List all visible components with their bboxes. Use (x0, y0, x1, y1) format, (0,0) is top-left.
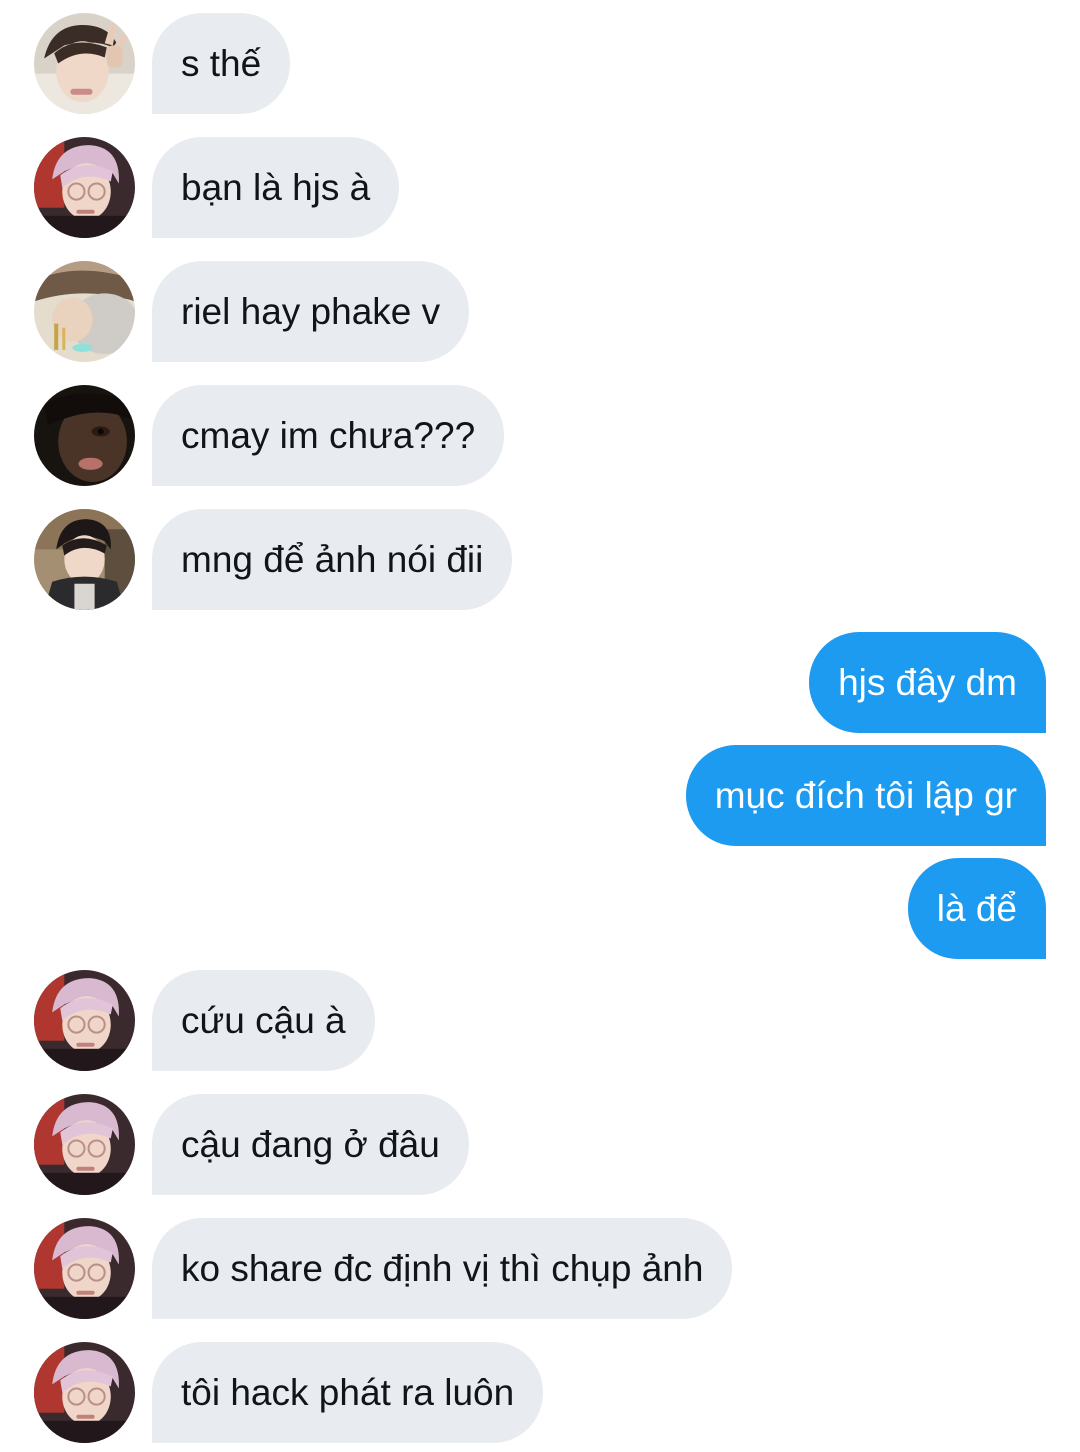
avatar-pink-hair-glasses[interactable] (34, 970, 135, 1071)
message-bubble-incoming[interactable]: cậu đang ở đâu (152, 1094, 469, 1195)
avatar-image (34, 13, 135, 114)
avatar-image (34, 137, 135, 238)
message-row-incoming: riel hay phake v (0, 261, 1080, 362)
message-bubble-incoming[interactable]: cmay im chưa??? (152, 385, 505, 486)
message-bubble-outgoing[interactable]: mục đích tôi lập gr (685, 745, 1046, 846)
avatar-image (34, 1218, 135, 1319)
avatar-image (34, 385, 135, 486)
avatar-image (34, 1094, 135, 1195)
message-row-outgoing: là để (0, 858, 1080, 959)
avatar-pink-hair-glasses[interactable] (34, 1342, 135, 1443)
avatar-image (34, 509, 135, 610)
message-bubble-incoming[interactable]: mng để ảnh nói đii (152, 509, 513, 610)
message-bubble-incoming[interactable]: riel hay phake v (152, 261, 470, 362)
message-bubble-incoming[interactable]: ko share đc định vị thì chụp ảnh (152, 1218, 733, 1319)
message-list: s thế bạn là hjs à riel hay phake v cmay… (0, 0, 1080, 1452)
message-bubble-incoming[interactable]: cứu cậu à (152, 970, 375, 1071)
message-bubble-incoming[interactable]: bạn là hjs à (152, 137, 400, 238)
message-bubble-incoming[interactable]: tôi hack phát ra luôn (152, 1342, 544, 1443)
avatar-image (34, 970, 135, 1071)
avatar-boy-room[interactable] (34, 509, 135, 610)
message-row-incoming: cmay im chưa??? (0, 385, 1080, 486)
message-bubble-outgoing[interactable]: là để (907, 858, 1046, 959)
avatar-image (34, 1342, 135, 1443)
message-bubble-incoming[interactable]: s thế (152, 13, 291, 114)
avatar-dark-closeup[interactable] (34, 385, 135, 486)
message-row-outgoing: hjs đây dm (0, 632, 1080, 733)
message-row-incoming: tôi hack phát ra luôn (0, 1342, 1080, 1443)
message-row-outgoing: mục đích tôi lập gr (0, 745, 1080, 846)
avatar-pink-hair-glasses[interactable] (34, 137, 135, 238)
avatar-pink-hair-glasses[interactable] (34, 1094, 135, 1195)
message-row-incoming: mng để ảnh nói đii (0, 509, 1080, 610)
avatar-sleeping-face[interactable] (34, 261, 135, 362)
message-bubble-outgoing[interactable]: hjs đây dm (809, 632, 1046, 733)
message-row-incoming: s thế (0, 13, 1080, 114)
avatar-boy-peace-sign[interactable] (34, 13, 135, 114)
avatar-pink-hair-glasses[interactable] (34, 1218, 135, 1319)
message-row-incoming: bạn là hjs à (0, 137, 1080, 238)
message-row-incoming: ko share đc định vị thì chụp ảnh (0, 1218, 1080, 1319)
message-row-incoming: cứu cậu à (0, 970, 1080, 1071)
avatar-image (34, 261, 135, 362)
message-row-incoming: cậu đang ở đâu (0, 1094, 1080, 1195)
